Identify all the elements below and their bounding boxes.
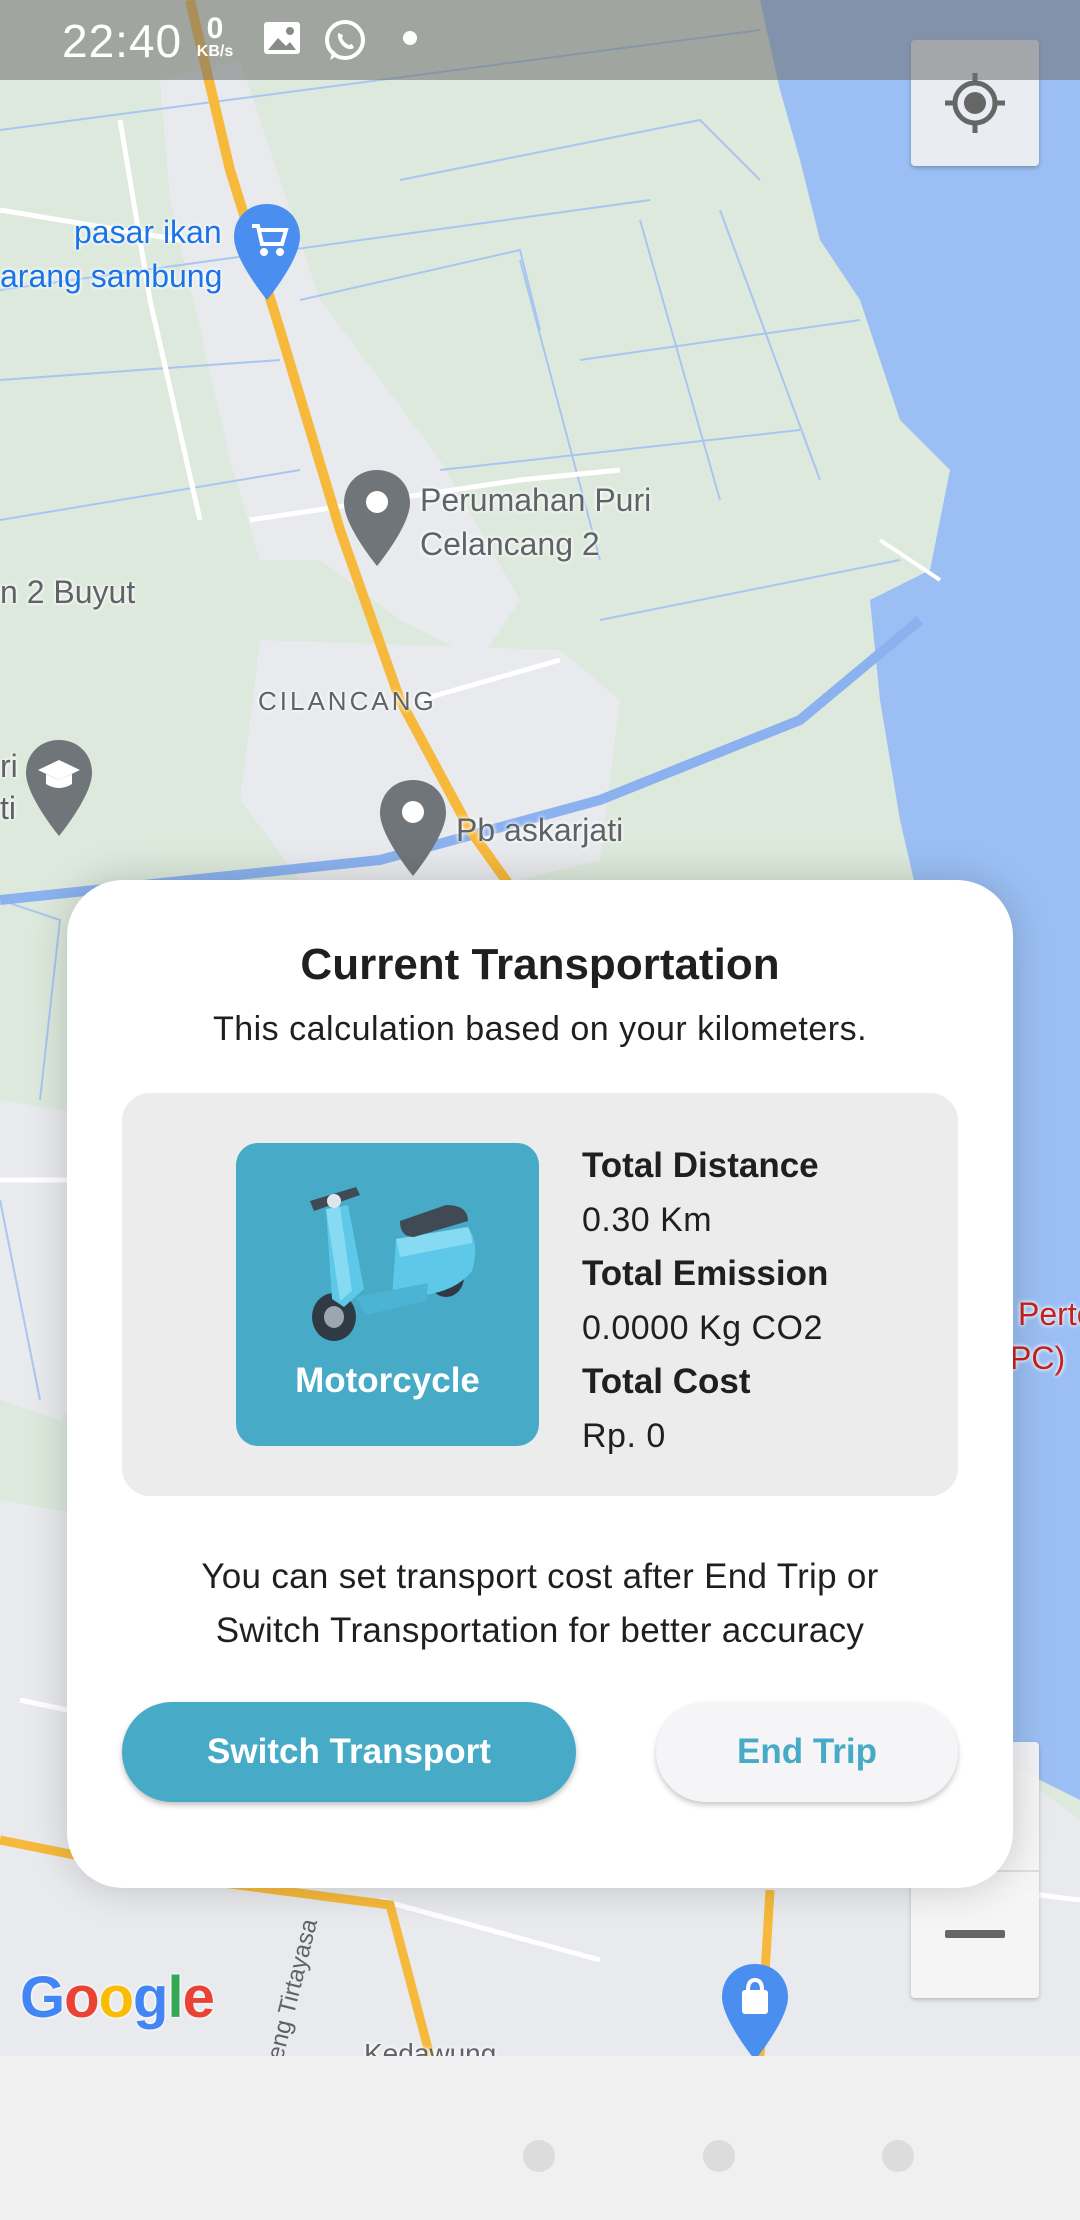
nav-back-button[interactable] [523,2140,555,2172]
nav-home-button[interactable] [703,2140,735,2172]
google-logo-letter: o [64,1965,99,2030]
end-trip-button[interactable]: End Trip [656,1702,958,1802]
place-pin-icon[interactable] [378,778,448,878]
dot-icon [403,31,417,45]
switch-transport-button[interactable]: Switch Transport [122,1702,576,1802]
emission-label: Total Emission [582,1254,829,1293]
vehicle-tile[interactable]: Motorcycle [236,1143,539,1446]
map-label-perumahan: Perumahan Puri [420,482,652,518]
zoom-out-button[interactable] [911,1872,1039,1998]
accuracy-note: You can set transport cost after End Tri… [67,1550,1013,1658]
card-title: Current Transportation [300,940,780,989]
trip-stats: Total Distance 0.30 Km Total Emission 0.… [582,1139,828,1463]
map-label-pasar-ikan: pasar ikan [74,214,222,250]
card-subtitle: This calculation based on your kilometer… [212,1010,868,1048]
network-speed-unit: KB/s [196,43,234,60]
accuracy-note-line-2: Switch Transportation for better accurac… [215,1611,865,1650]
status-bar: 22:40 0 KB/s [0,0,1080,80]
status-time: 22:40 [62,15,183,67]
network-speed: 0 KB/s [190,14,240,60]
network-speed-value: 0 [206,12,224,45]
map-label-edge-ti: ti [0,790,16,826]
whatsapp-icon [325,20,365,60]
map-label-celancang: Celancang 2 [420,526,600,562]
cost-label: Total Cost [582,1362,751,1401]
google-logo-letter: o [98,1965,134,2030]
nav-recents-button[interactable] [882,2140,914,2172]
shopping-pin-icon[interactable] [232,202,302,302]
google-logo-letter: l [167,1965,183,2030]
distance-label: Total Distance [582,1146,819,1185]
my-location-icon [945,73,1005,133]
map-label-pb-askarjati: Pb askarjati [456,812,624,848]
accuracy-note-line-1: You can set transport cost after End Tri… [201,1557,879,1596]
map-label-buyut: n 2 Buyut [0,574,136,610]
google-logo-letter: e [182,1965,215,2030]
distance-value: 0.30 Km [582,1201,713,1239]
map-label-edge-ri: ri [0,748,18,784]
transport-card: Current Transportation This calculation … [67,880,1013,1888]
google-logo: Google [20,1964,215,2031]
cost-value: Rp. 0 [582,1417,666,1455]
vehicle-label: Motorcycle [295,1361,480,1400]
scooter-icon [310,1187,476,1341]
map-label-perte: Perte [1018,1296,1080,1332]
map-label-arang-sambung: arang sambung [0,258,223,294]
google-logo-letter: g [133,1965,168,2030]
gallery-icon [264,22,300,54]
map-label-cilancang: CILANCANG [258,686,437,716]
minus-icon [945,1930,1005,1938]
map-label-kedawung: Kedawung [364,2038,497,2056]
emission-value: 0.0000 Kg CO2 [582,1309,823,1347]
map-label-pc: PC) [1010,1340,1066,1376]
shop-pin-icon[interactable] [720,1962,790,2056]
trip-info-box: Motorcycle Total Distance 0.30 Km Total … [122,1093,958,1496]
place-pin-icon[interactable] [342,468,412,568]
google-logo-letter: G [20,1965,65,2030]
school-pin-icon[interactable] [24,738,94,838]
navigation-bar [0,2056,1080,2220]
